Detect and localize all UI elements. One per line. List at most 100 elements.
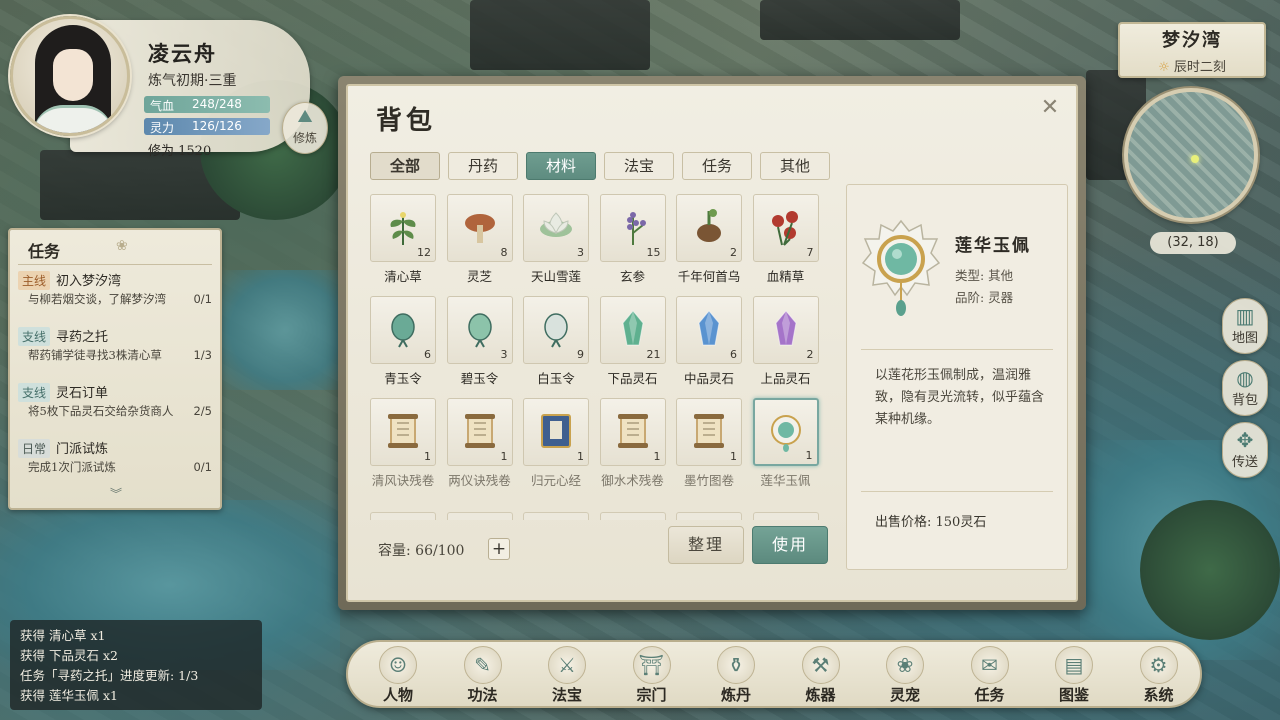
codex-icon: ▤ [1055, 646, 1093, 684]
building-roof [760, 0, 960, 40]
quest-type-badge: 主线 [18, 271, 51, 290]
inventory-item[interactable]: 3 天山雪莲 [523, 194, 589, 290]
tab-5[interactable]: 其他 [760, 152, 830, 180]
inventory-item[interactable]: 7 血精草 [752, 194, 819, 290]
inventory-item[interactable]: 1 清风诀残卷 [370, 398, 436, 494]
item-count: 7 [806, 246, 814, 259]
nav-pet[interactable]: ❀ 灵宠 [863, 642, 947, 706]
inventory-item[interactable]: 1 墨竹图卷 [676, 398, 742, 494]
inventory-item[interactable]: 2 上品灵石 [752, 296, 819, 392]
use-button[interactable]: 使用 [752, 526, 828, 564]
inventory-item[interactable]: 1 两仪诀残卷 [446, 398, 513, 494]
item-slot: 3 [446, 296, 513, 364]
cultivation-value: 修为 1520 [148, 144, 212, 159]
detail-item-price: 出售价格: 150灵石 [875, 515, 987, 530]
expand-capacity-button[interactable]: + [488, 538, 510, 560]
message-log: 获得 清心草 x1 获得 下品灵石 x2 任务「寻药之托」进度更新: 1/3 获得 莲… [10, 620, 262, 710]
nav-alchemy[interactable]: ⚱ 炼丹 [694, 642, 778, 706]
chevron-down-icon[interactable]: ︾ [110, 485, 122, 502]
quest-description: 将5枚下品灵石交给杂货商人 [28, 404, 174, 418]
quest-item[interactable]: 支线 灵石订单 将5枚下品灵石交给杂货商人 2/5 [18, 382, 216, 418]
detail-item-description: 以莲花形玉佩制成，温润雅致，隐有灵光流转，似乎蕴含某种机缘。 [875, 368, 1045, 427]
side-button-bag[interactable]: ◍ 背包 [1222, 360, 1268, 416]
item-slot: 6 [370, 296, 436, 364]
quest-name: 寻药之托 [56, 330, 109, 345]
hp-bar: 气血 248/248 [144, 96, 270, 113]
quest-progress: 1/3 [193, 348, 212, 362]
sort-button[interactable]: 整理 [668, 526, 744, 564]
pet-icon: ❀ [886, 646, 924, 684]
avatar[interactable] [10, 16, 130, 136]
mp-value: 126/126 [192, 119, 242, 133]
tab-2[interactable]: 材料 [526, 152, 596, 180]
tree [1140, 500, 1280, 640]
technique-icon: ✎ [463, 646, 502, 684]
nav-system[interactable]: ⚙ 系统 [1117, 642, 1201, 706]
item-count: 3 [577, 246, 584, 259]
item-name: 天山雪莲 [530, 269, 581, 284]
quest-panel-title: 任务 [28, 242, 61, 261]
teleport-icon: ✥ [1236, 428, 1254, 452]
item-slot: 3 [523, 194, 589, 262]
minimap[interactable] [1124, 88, 1258, 222]
nav-label: 灵宠 [889, 686, 920, 704]
inventory-item[interactable]: 1 莲华玉佩 [752, 398, 819, 494]
inventory-item[interactable]: 1 御水术残卷 [599, 398, 666, 494]
quest-description: 帮药铺学徒寻找3株清心草 [28, 348, 162, 362]
pond [220, 270, 350, 390]
system-icon: ⚙ [1139, 646, 1178, 684]
side-button-label: 地图 [1231, 331, 1258, 346]
inventory-item[interactable]: 8 灵芝 [446, 194, 513, 290]
inventory-item[interactable]: 1 归元心经 [523, 398, 589, 494]
item-slot: 12 [370, 194, 436, 262]
side-button-teleport[interactable]: ✥ 传送 [1222, 422, 1268, 478]
coordinates: (32, 18) [1150, 232, 1236, 254]
quest-description: 与柳若烟交谈，了解梦汐湾 [28, 292, 166, 306]
item-slot-partial [523, 512, 589, 520]
item-slot: 7 [752, 194, 819, 262]
cloud-ornament-icon: ❀ [116, 238, 128, 254]
nav-forge[interactable]: ⚒ 炼器 [779, 642, 863, 706]
tab-3[interactable]: 法宝 [604, 152, 674, 180]
forge-icon: ⚒ [801, 646, 840, 684]
item-count: 6 [730, 348, 737, 361]
item-count: 6 [424, 348, 431, 361]
item-slot-partial [446, 512, 513, 520]
item-count: 9 [577, 348, 584, 361]
inventory-item[interactable]: 12 清心草 [370, 194, 436, 290]
tab-1[interactable]: 丹药 [448, 152, 518, 180]
item-slot-partial [676, 512, 742, 520]
inventory-item[interactable]: 3 碧玉令 [446, 296, 513, 392]
inventory-item[interactable]: 6 青玉令 [370, 296, 436, 392]
inventory-item[interactable]: 21 下品灵石 [599, 296, 666, 392]
quest-item[interactable]: 支线 寻药之托帮药铺学徒寻找3株清心草 1/3 [18, 326, 216, 362]
location-panel: 梦汐湾 ☼ 辰时二刻 [1118, 22, 1266, 78]
nav-codex[interactable]: ▤ 图鉴 [1032, 642, 1116, 706]
inventory-item[interactable]: 6 中品灵石 [676, 296, 742, 392]
mp-label: 灵力 [150, 121, 175, 135]
tab-4[interactable]: 任务 [682, 152, 752, 180]
nav-treasure[interactable]: ⚔ 法宝 [525, 642, 609, 706]
quest-item[interactable]: 主线 初入梦汐湾 与柳若烟交谈，了解梦汐湾 0/1 [18, 270, 216, 306]
close-icon[interactable]: ✕ [1036, 94, 1064, 122]
nav-character[interactable]: ☺ 人物 [356, 642, 440, 706]
quest-item[interactable]: 日常 门派试炼 完成1次门派试炼 0/1 [18, 438, 216, 474]
inventory-item[interactable]: 15 玄参 [599, 194, 666, 290]
nav-quest[interactable]: ✉ 任务 [948, 642, 1032, 706]
tab-0[interactable]: 全部 [370, 152, 440, 180]
divider [861, 349, 1053, 350]
side-button-map[interactable]: ▥ 地图 [1222, 298, 1268, 354]
nav-label: 人物 [382, 686, 413, 704]
inventory-window: 背包 ✕ 全部 丹药 材料 法宝 任务 其他 12 清心草 8 灵芝 3 天山雪莲 15 玄参 2 千年何首… [338, 76, 1086, 610]
nav-sect[interactable]: ⛩ 宗门 [610, 642, 694, 706]
quest-description: 完成1次门派试炼 [28, 460, 116, 474]
quest-type-badge: 支线 [18, 327, 51, 346]
divider [18, 264, 212, 265]
item-count: 3 [500, 348, 508, 361]
cultivate-button[interactable]: ⛰ 修炼 [282, 102, 328, 154]
side-button-label: 传送 [1231, 455, 1258, 470]
inventory-item[interactable]: 9 白玉令 [523, 296, 589, 392]
item-count: 8 [500, 246, 508, 259]
nav-technique[interactable]: ✎ 功法 [441, 642, 525, 706]
inventory-item[interactable]: 2 千年何首乌 [676, 194, 742, 290]
